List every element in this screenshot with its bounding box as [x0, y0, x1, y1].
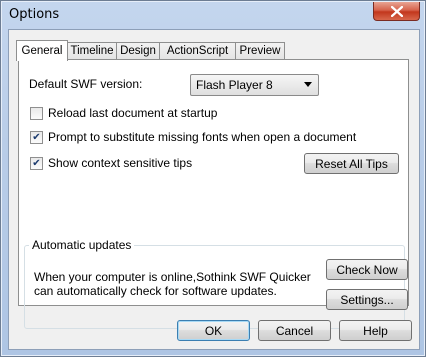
tab-design[interactable]: Design [116, 42, 160, 60]
settings-button[interactable]: Settings... [326, 289, 408, 310]
reload-label: Reload last document at startup [48, 106, 218, 120]
check-now-button[interactable]: Check Now [326, 259, 408, 280]
prompt-fonts-checkbox[interactable]: ✔ [30, 131, 43, 144]
reload-checkbox[interactable] [30, 107, 43, 120]
window-title: Options [9, 7, 60, 22]
show-tips-label: Show context sensitive tips [48, 156, 193, 170]
tab-actionscript[interactable]: ActionScript [159, 42, 236, 60]
swf-version-label: Default SWF version: [29, 77, 143, 91]
options-dialog: Options General Timeline Design ActionSc… [0, 0, 426, 357]
automatic-updates-group: Automatic updates When your computer is … [24, 238, 408, 329]
help-button[interactable]: Help [339, 320, 412, 341]
chevron-down-icon [304, 82, 312, 87]
dialog-client-area: General Timeline Design ActionScript Pre… [8, 29, 420, 350]
ok-button[interactable]: OK [177, 320, 250, 341]
general-panel: Default SWF version: Flash Player 8 Relo… [18, 59, 409, 329]
tab-general[interactable]: General [16, 40, 68, 61]
prompt-fonts-label: Prompt to substitute missing fonts when … [48, 130, 357, 144]
tab-preview[interactable]: Preview [235, 42, 285, 60]
tab-timeline[interactable]: Timeline [67, 42, 117, 60]
checkmark-icon: ✔ [32, 132, 41, 143]
updates-description-line1: When your computer is online,Sothink SWF… [34, 270, 311, 284]
swf-version-value: Flash Player 8 [196, 78, 273, 92]
show-tips-checkbox[interactable]: ✔ [30, 157, 43, 170]
reset-all-tips-button[interactable]: Reset All Tips [304, 153, 399, 174]
swf-version-select[interactable]: Flash Player 8 [190, 74, 319, 96]
close-button[interactable] [373, 2, 420, 21]
automatic-updates-title: Automatic updates [29, 238, 135, 252]
cancel-button[interactable]: Cancel [258, 320, 331, 341]
close-icon [390, 5, 403, 17]
updates-description-line2: can automatically check for software upd… [34, 284, 277, 298]
checkmark-icon: ✔ [32, 158, 41, 169]
